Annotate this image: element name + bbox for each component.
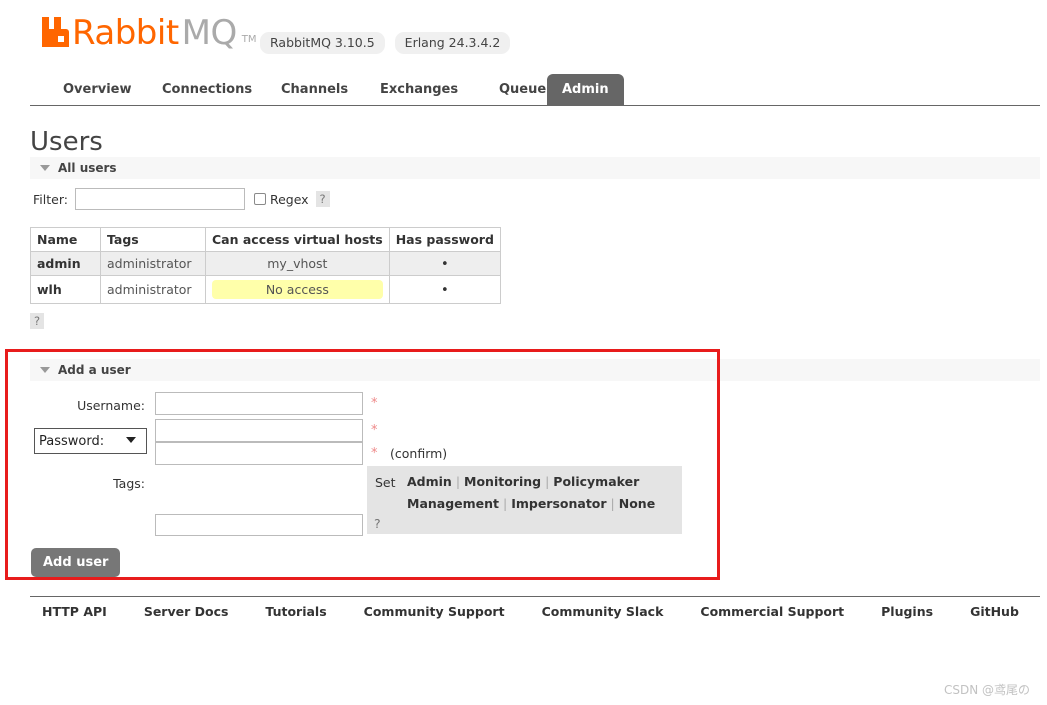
has-password-dot-icon: • — [440, 257, 449, 272]
footer-link-plugins[interactable]: Plugins — [881, 604, 933, 619]
tag-link-admin[interactable]: Admin — [407, 474, 452, 489]
tag-preset-links-line-1: Admin | Monitoring | Policymaker — [407, 474, 639, 489]
username-input[interactable] — [155, 392, 363, 415]
table-row[interactable]: wlh administrator No access • — [30, 275, 501, 304]
tags-help-icon[interactable]: ? — [374, 516, 381, 531]
column-header-tags[interactable]: Tags — [100, 227, 206, 252]
password-confirm-note: (confirm) — [390, 446, 448, 461]
rabbitmq-logo[interactable]: Rabbit MQ TM — [42, 16, 257, 50]
cell-user-vhosts: No access — [205, 275, 390, 304]
tag-separator: | — [455, 474, 461, 489]
tag-link-impersonator[interactable]: Impersonator — [511, 496, 606, 511]
section-title-all-users: All users — [58, 161, 117, 175]
username-label: Username: — [77, 398, 145, 413]
logo-text-mq: MQ — [181, 13, 238, 53]
page-header: Rabbit MQ TM RabbitMQ 3.10.5 Erlang 24.3… — [0, 0, 1047, 106]
footer-link-tutorials[interactable]: Tutorials — [265, 604, 326, 619]
footer-link-github[interactable]: GitHub — [970, 604, 1019, 619]
section-header-add-a-user[interactable]: Add a user — [30, 359, 1040, 381]
tab-channels[interactable]: Channels — [266, 74, 363, 106]
password-confirm-required-marker: * — [371, 446, 378, 461]
watermark-text: CSDN @鸢尾の — [944, 683, 1031, 697]
badge-erlang-version: Erlang 24.3.4.2 — [394, 32, 511, 54]
cell-user-has-password: • — [388, 275, 501, 304]
tab-connections[interactable]: Connections — [147, 74, 267, 106]
footer-link-server-docs[interactable]: Server Docs — [144, 604, 229, 619]
tag-separator: | — [610, 496, 615, 511]
footer-links: HTTP API Server Docs Tutorials Community… — [30, 596, 1040, 619]
section-header-all-users[interactable]: All users — [30, 157, 1040, 179]
password-type-select[interactable]: Password: — [34, 428, 147, 454]
rabbitmq-management-page: Rabbit MQ TM RabbitMQ 3.10.5 Erlang 24.3… — [0, 0, 1047, 705]
chevron-down-icon — [40, 165, 50, 171]
page-title: Users — [30, 127, 103, 157]
tab-overview[interactable]: Overview — [48, 74, 147, 106]
cell-user-vhosts: my_vhost — [205, 251, 390, 276]
username-required-marker: * — [371, 396, 378, 411]
column-header-vhosts[interactable]: Can access virtual hosts — [205, 227, 390, 252]
users-table-help-icon[interactable]: ? — [30, 313, 44, 329]
chevron-down-icon — [40, 367, 50, 373]
filter-row: Filter: Regex ? — [33, 188, 330, 210]
tag-link-management[interactable]: Management — [407, 496, 499, 511]
no-access-badge: No access — [212, 280, 383, 299]
cell-user-tags: administrator — [100, 275, 206, 304]
password-required-marker: * — [371, 423, 378, 438]
main-nav-tabs: Overview Connections Channels Exchanges … — [30, 74, 1040, 106]
tag-separator: | — [503, 496, 508, 511]
section-title-add-a-user: Add a user — [58, 363, 131, 377]
tags-set-panel: Set Admin | Monitoring | Policymaker Man… — [367, 466, 682, 534]
column-header-name[interactable]: Name — [30, 227, 101, 252]
cell-user-tags: administrator — [100, 251, 206, 276]
footer-link-community-support[interactable]: Community Support — [364, 604, 505, 619]
filter-input[interactable] — [74, 188, 245, 210]
cell-user-name[interactable]: admin — [30, 251, 101, 276]
tag-separator: | — [545, 474, 550, 489]
logo-text-rabbit: Rabbit — [72, 13, 179, 53]
add-user-button[interactable]: Add user — [31, 548, 121, 577]
tag-preset-links-line-2: Management | Impersonator | None — [407, 496, 655, 511]
table-row[interactable]: admin administrator my_vhost • — [30, 251, 501, 276]
tag-link-policymaker[interactable]: Policymaker — [553, 474, 639, 489]
password-confirm-input[interactable] — [155, 442, 363, 465]
version-badges: RabbitMQ 3.10.5 Erlang 24.3.4.2 — [260, 32, 511, 54]
footer-link-community-slack[interactable]: Community Slack — [542, 604, 664, 619]
logo-trademark: TM — [241, 34, 257, 45]
tag-link-none[interactable]: None — [619, 496, 655, 511]
filter-label: Filter: — [33, 191, 68, 207]
tab-exchanges[interactable]: Exchanges — [365, 74, 473, 106]
table-header-row: Name Tags Can access virtual hosts Has p… — [30, 227, 501, 252]
regex-checkbox[interactable] — [253, 193, 266, 205]
rabbit-logo-icon — [42, 17, 69, 47]
cell-user-has-password: • — [388, 251, 501, 276]
badge-rabbitmq-version: RabbitMQ 3.10.5 — [260, 32, 385, 54]
users-table: Name Tags Can access virtual hosts Has p… — [30, 227, 501, 304]
has-password-dot-icon: • — [440, 283, 449, 298]
footer-link-commercial-support[interactable]: Commercial Support — [700, 604, 844, 619]
regex-label: Regex — [269, 191, 309, 207]
footer-link-http-api[interactable]: HTTP API — [42, 604, 107, 619]
tags-input[interactable] — [155, 514, 363, 536]
password-input[interactable] — [155, 419, 363, 442]
column-header-password[interactable]: Has password — [388, 227, 501, 252]
filter-help-icon[interactable]: ? — [315, 191, 330, 207]
tag-link-monitoring[interactable]: Monitoring — [464, 474, 541, 489]
cell-user-name[interactable]: wlh — [30, 275, 101, 304]
set-label: Set — [375, 475, 396, 490]
tab-admin[interactable]: Admin — [547, 74, 624, 106]
tags-label: Tags: — [113, 476, 145, 491]
